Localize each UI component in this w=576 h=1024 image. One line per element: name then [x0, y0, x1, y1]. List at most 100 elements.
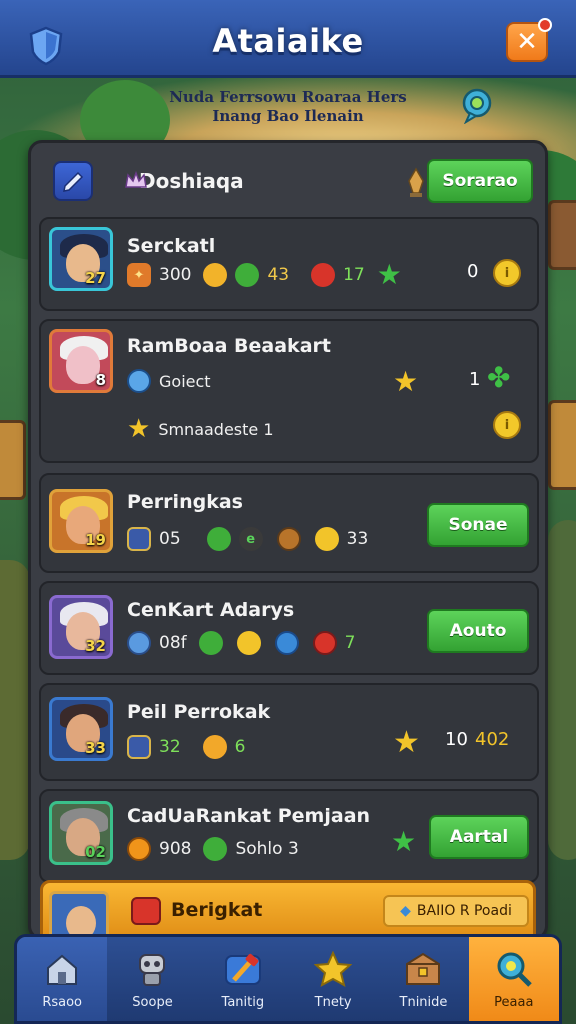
nav-item-shop[interactable]: Soope: [107, 937, 197, 1021]
leaderboard-panel: Doshiaqa Sorarao 27 Serckatl ✦ 300 43 17…: [28, 140, 548, 940]
smile-icon: [202, 735, 227, 759]
level-badge: 8: [95, 371, 106, 389]
info-icon[interactable]: i: [493, 259, 521, 287]
ruby-icon: [312, 631, 337, 655]
rank-value: 0: [467, 261, 479, 282]
coin-icon: [127, 837, 151, 861]
info-icon[interactable]: i: [493, 411, 521, 439]
stat-value: 33: [346, 529, 369, 549]
star-icon: ★: [391, 825, 417, 858]
rank-value: 10: [445, 729, 468, 750]
player-card[interactable]: 33 Peil Perrokak 32 6 ★ 10 402: [39, 683, 539, 781]
highlight-card[interactable]: Berigkat ◆ BAIIO R Poadi: [40, 880, 536, 941]
bottom-nav: Rsaoo Soope Tanitig Tnety Tninide Peaaa: [14, 934, 562, 1024]
panel-title: Doshiaqa: [139, 169, 244, 193]
gift-icon: [131, 897, 161, 925]
level-badge: 19: [85, 531, 106, 549]
nav-item-events[interactable]: Tnety: [288, 937, 378, 1021]
gem-icon: e: [238, 527, 263, 551]
close-icon: ✕: [516, 27, 538, 57]
stat-value: 908: [159, 839, 192, 859]
close-button[interactable]: ✕: [506, 18, 552, 62]
pencil-icon[interactable]: [53, 161, 93, 201]
ruby-icon: [311, 263, 336, 287]
level-badge: 02: [85, 843, 106, 861]
player-name: Peil Perrokak: [127, 701, 271, 723]
level-badge: 32: [85, 637, 106, 655]
tree: [548, 520, 576, 860]
stat-value: 05: [159, 529, 181, 549]
map-pin-button[interactable]: [460, 88, 494, 124]
card-action-button[interactable]: Aartal: [429, 815, 529, 859]
badge-icon: [127, 631, 151, 655]
player-name: Serckatl: [127, 235, 216, 257]
shield-icon: [127, 527, 151, 551]
leaf-icon: [203, 837, 228, 861]
map-pin-icon: [462, 88, 492, 124]
stat-value: 43: [267, 265, 290, 285]
stat-row: ★ Smnaadeste 1: [127, 414, 278, 444]
nav-item-search[interactable]: Peaaa: [468, 937, 559, 1021]
shield-icon[interactable]: [26, 26, 66, 66]
stat-row: 908 Sohlo 3: [127, 837, 303, 861]
avatar: 33: [49, 697, 113, 761]
star-icon: [313, 949, 353, 989]
player-card[interactable]: 8 RamBoaa Beaakart Goiect ★ 1 ✤ ★ Smnaad…: [39, 319, 539, 463]
panel-header: Doshiaqa Sorarao: [41, 151, 535, 211]
player-name: CadUaRankat Pemjaan: [127, 805, 371, 827]
stat-row: 05 e 33: [127, 527, 372, 551]
stat-row: 08f 7: [127, 631, 359, 655]
leaf-icon: [235, 263, 260, 287]
rank-value: 1: [469, 369, 481, 390]
top-bar: Ataiaike ✕: [0, 0, 576, 78]
level-badge: 27: [85, 269, 106, 287]
avatar: 02: [49, 801, 113, 865]
search-icon: [494, 949, 534, 989]
highlight-badge[interactable]: ◆ BAIIO R Poadi: [383, 895, 529, 927]
player-card[interactable]: 02 CadUaRankat Pemjaan 908 Sohlo 3 ★ Aar…: [39, 789, 539, 883]
stat-value: 08f: [159, 633, 187, 653]
coin-icon: [203, 263, 228, 287]
player-card[interactable]: 19 Perringkas 05 e 33 Sonae: [39, 473, 539, 573]
stat-value: 32: [159, 737, 181, 757]
clock-icon: [276, 527, 301, 551]
robot-icon: [132, 949, 172, 989]
house: [548, 200, 576, 270]
nav-item-inventory[interactable]: Tninide: [378, 937, 468, 1021]
nav-label: Peaaa: [494, 994, 534, 1010]
sword-icon: [127, 735, 151, 759]
leaf-icon: [206, 527, 231, 551]
house: [0, 420, 26, 500]
nav-item-crafting[interactable]: Tanitig: [198, 937, 288, 1021]
stat-value: 17: [343, 265, 365, 285]
orb-icon: [274, 631, 299, 655]
card-action-button[interactable]: Sonae: [427, 503, 529, 547]
avatar: 8: [49, 329, 113, 393]
house: [548, 400, 576, 490]
app-title: Ataiaike: [212, 21, 364, 60]
stat-row: 32 6: [127, 735, 249, 759]
stat-row: ✦ 300 43 17 ★: [127, 261, 402, 289]
hammer-icon: [223, 949, 263, 989]
player-card[interactable]: 32 CenKart Adarys 08f 7 Aouto: [39, 581, 539, 675]
nav-label: Soope: [132, 994, 173, 1010]
trophy-icon: [408, 167, 424, 197]
nav-label: Tanitig: [221, 994, 265, 1010]
stat-value: 6: [234, 737, 246, 757]
nav-item-home[interactable]: Rsaoo: [17, 937, 108, 1021]
location-icon: ◆: [400, 903, 411, 919]
leaf-icon: [198, 631, 223, 655]
notification-dot: [538, 18, 552, 32]
player-name: Perringkas: [127, 491, 243, 513]
tree: [0, 560, 30, 860]
player-card[interactable]: 27 Serckatl ✦ 300 43 17 ★ 0 i: [39, 217, 539, 311]
stat-value: Sohlo 3: [235, 839, 299, 859]
score-value: 402: [475, 729, 510, 750]
crown-icon: [125, 170, 147, 188]
panel-action-button[interactable]: Sorarao: [427, 159, 533, 203]
player-name: RamBoaa Beaakart: [127, 335, 331, 357]
badge-icon: [127, 369, 151, 393]
card-action-button[interactable]: Aouto: [427, 609, 529, 653]
star-icon: ★: [393, 365, 419, 398]
star-icon: ★: [127, 414, 151, 444]
